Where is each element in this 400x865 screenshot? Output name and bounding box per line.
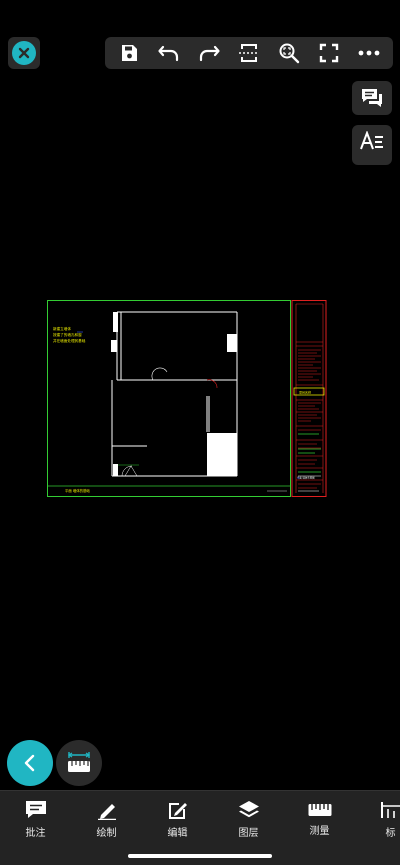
tab-draw[interactable]: 绘制 xyxy=(71,800,142,839)
tab-measure-label: 测量 xyxy=(309,825,330,837)
annotate-icon xyxy=(25,800,46,818)
fit-width-icon xyxy=(239,44,259,62)
save-icon xyxy=(122,45,137,61)
comment-list-icon xyxy=(362,89,382,107)
top-toolbar xyxy=(105,37,393,69)
text-style-button[interactable] xyxy=(352,125,392,165)
fullscreen-button[interactable] xyxy=(314,38,344,68)
save-button[interactable] xyxy=(114,38,144,68)
tab-annotate-label: 批注 xyxy=(25,827,46,839)
tab-layers[interactable]: 图层 xyxy=(213,800,284,839)
tab-measure[interactable]: 测量 xyxy=(284,802,355,837)
comment-list-button[interactable] xyxy=(352,81,392,115)
cad-drawing-canvas[interactable]: 新建立墙体 按建了的墙孔和窗 并在墙面处理其基础 平面 墙体的基础 项目名称 平… xyxy=(47,300,327,498)
layers-icon xyxy=(238,800,259,817)
floor-plan-drawing: 新建立墙体 按建了的墙孔和窗 并在墙面处理其基础 平面 墙体的基础 项目名称 平… xyxy=(47,300,327,497)
edit-icon xyxy=(168,802,187,819)
redo-button[interactable] xyxy=(194,38,224,68)
close-button[interactable] xyxy=(8,37,40,69)
dimension-icon xyxy=(380,801,400,818)
ruler-measure-icon xyxy=(67,752,91,772)
cad-viewer: 新建立墙体 按建了的墙孔和窗 并在墙面处理其基础 平面 墙体的基础 项目名称 平… xyxy=(0,0,400,865)
fullscreen-icon xyxy=(319,43,339,63)
drawing-note-3: 并在墙面处理其基础 xyxy=(53,338,86,343)
zoom-window-button[interactable] xyxy=(274,38,304,68)
zoom-window-icon xyxy=(279,43,300,64)
chevron-left-icon xyxy=(24,754,35,772)
tab-layers-label: 图层 xyxy=(238,827,259,839)
bottom-toolbar: 批注 绘制 编辑 图层 测量 标 xyxy=(0,790,400,865)
close-icon xyxy=(12,41,36,65)
quick-measure-button[interactable] xyxy=(56,740,102,786)
tab-edit[interactable]: 编辑 xyxy=(142,800,213,839)
more-icon xyxy=(358,50,380,56)
back-button[interactable] xyxy=(7,740,53,786)
drawing-note-1: 新建立墙体 xyxy=(53,326,71,331)
tab-draw-label: 绘制 xyxy=(96,827,117,839)
undo-icon xyxy=(158,45,179,62)
pencil-icon xyxy=(97,803,116,820)
fit-width-button[interactable] xyxy=(234,38,264,68)
title-block-project: 项目名称 xyxy=(299,390,311,395)
home-indicator xyxy=(128,854,272,858)
tab-edit-label: 编辑 xyxy=(167,827,188,839)
text-style-icon xyxy=(360,131,383,150)
more-button[interactable] xyxy=(354,38,384,68)
drawing-footer-label: 平面 墙体的基础 xyxy=(65,488,90,493)
undo-button[interactable] xyxy=(154,38,184,68)
redo-icon xyxy=(199,45,220,62)
title-block-drawing-name: 平面 墙体布置图 xyxy=(297,476,315,480)
drawing-note-2: 按建了的墙孔和窗 xyxy=(53,332,82,337)
ruler-icon xyxy=(308,803,331,816)
tab-annotate[interactable]: 批注 xyxy=(0,800,71,839)
tab-dimension-label: 标 xyxy=(385,827,396,839)
tab-dimension[interactable]: 标 xyxy=(355,800,400,839)
